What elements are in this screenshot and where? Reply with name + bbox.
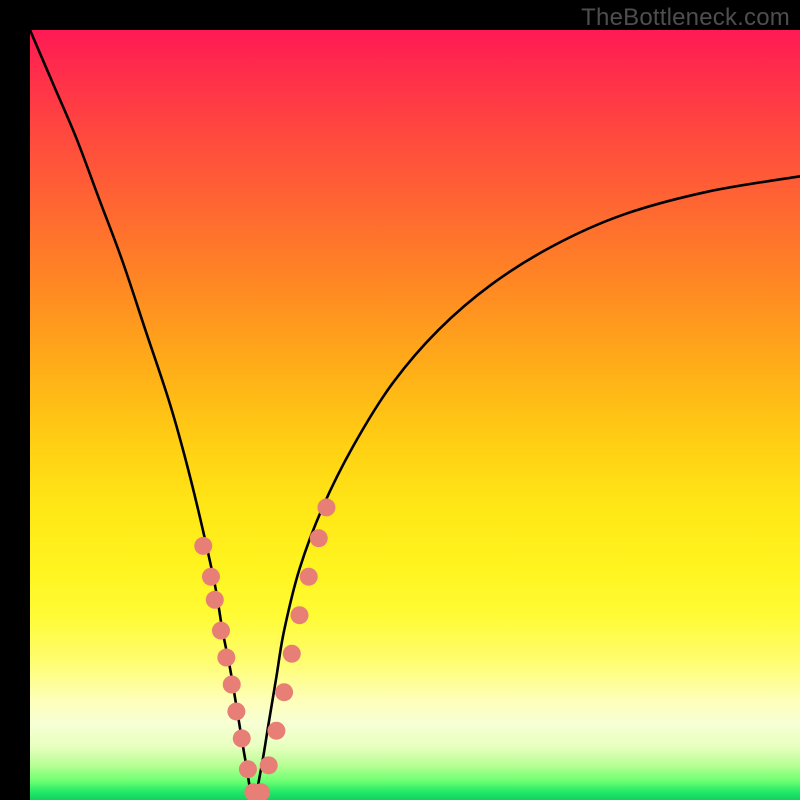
data-marker [239,760,257,778]
data-marker [260,756,278,774]
data-marker [310,529,328,547]
plot-area [30,30,800,800]
data-marker [202,568,220,586]
data-marker [267,722,285,740]
curve-svg [30,30,800,800]
data-marker [227,702,245,720]
data-marker [300,568,318,586]
data-marker [194,537,212,555]
bottleneck-curve [30,30,800,800]
watermark-text: TheBottleneck.com [581,4,790,32]
data-marker [212,622,230,640]
data-marker [206,591,224,609]
data-marker [223,676,241,694]
chart-frame: TheBottleneck.com [0,0,800,800]
data-marker [275,683,293,701]
data-marker [217,649,235,667]
data-marker [317,498,335,516]
data-marker [291,606,309,624]
bottleneck-curve-path [30,30,800,800]
data-marker [283,645,301,663]
data-marker [233,729,251,747]
